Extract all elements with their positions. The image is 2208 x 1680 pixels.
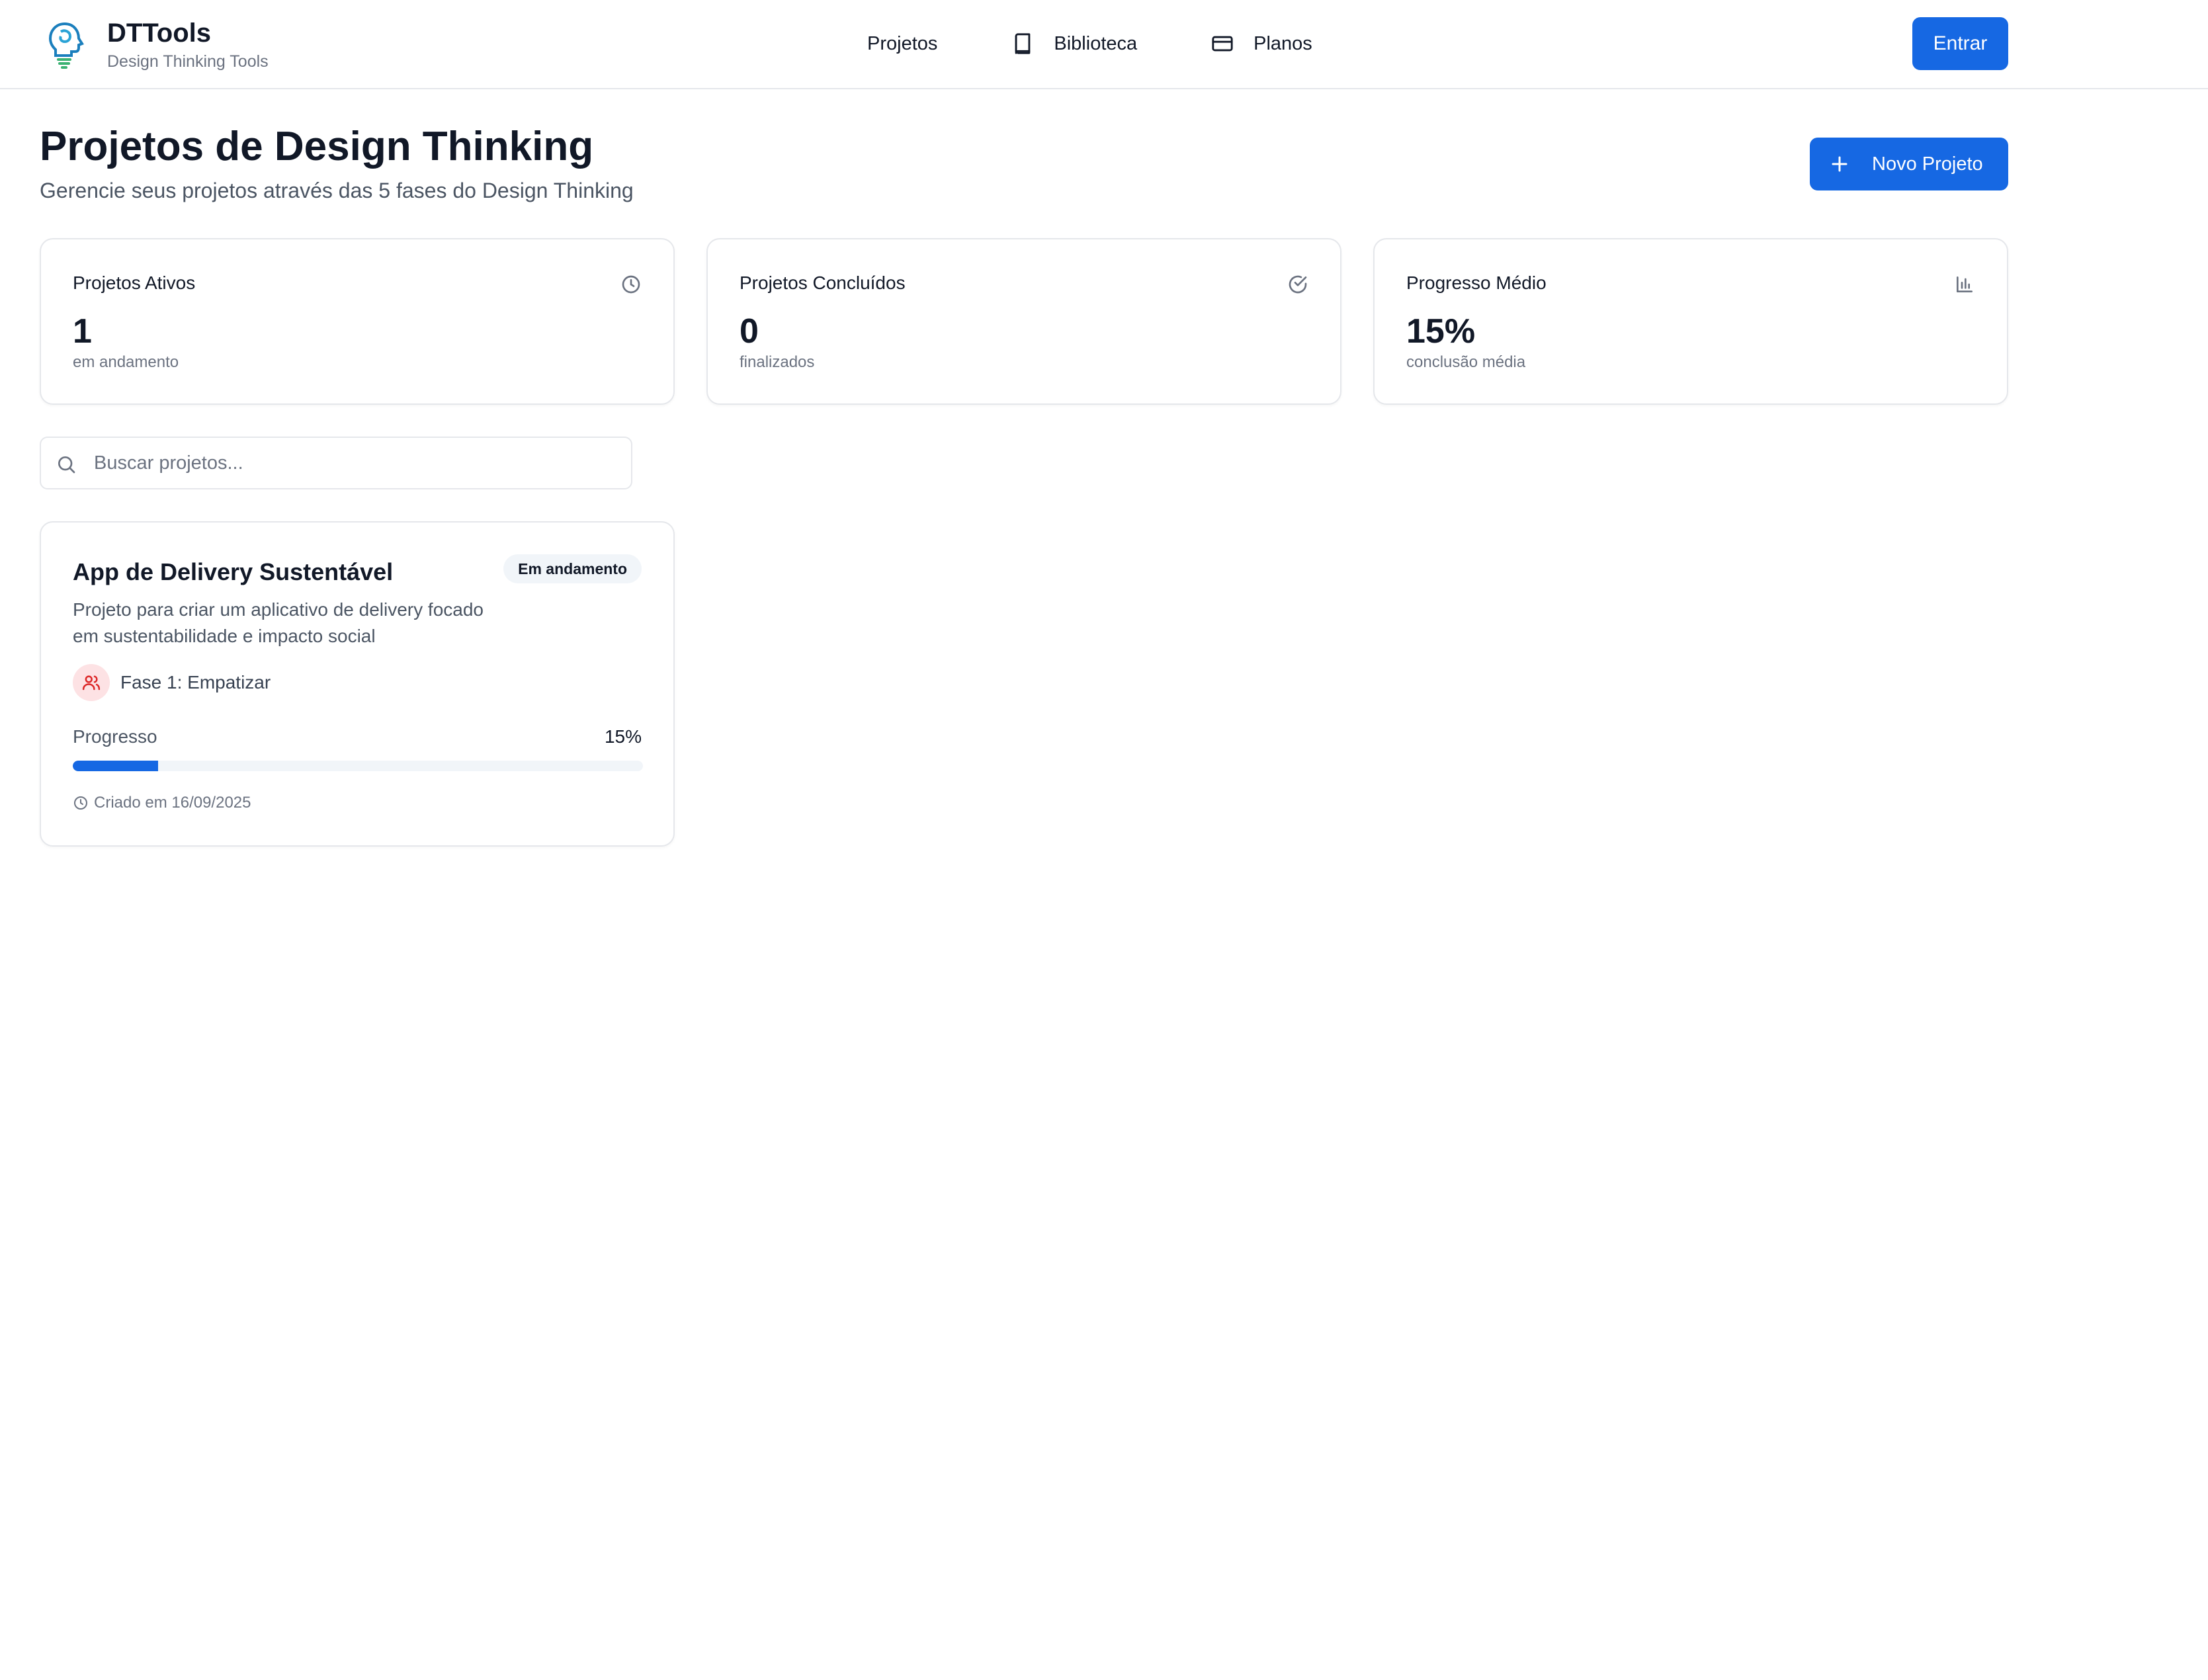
page-title: Projetos de Design Thinking — [40, 124, 594, 169]
login-button[interactable]: Entrar — [1912, 17, 2008, 70]
created-label: Criado em 16/09/2025 — [94, 794, 251, 812]
project-description: Projeto para criar um aplicativo de deli… — [73, 599, 484, 646]
users-icon — [73, 664, 110, 701]
brand-subtitle: Design Thinking Tools — [107, 52, 269, 71]
stat-value: 15% — [1406, 312, 1476, 351]
status-badge: Em andamento — [503, 554, 642, 583]
clock-icon — [73, 795, 89, 811]
credit-card-icon — [1211, 32, 1234, 55]
stat-card-average-progress: Progresso Médio 15% conclusão média — [1373, 238, 2008, 405]
stat-value: 0 — [740, 312, 759, 351]
nav-item-projetos[interactable]: Projetos — [867, 33, 937, 55]
stat-caption: conclusão média — [1406, 353, 1526, 371]
progress-bar — [73, 761, 643, 771]
book-icon — [1011, 32, 1034, 55]
plus-icon — [1830, 154, 1849, 174]
progress-bar-fill — [73, 761, 159, 771]
lightbulb-head-logo-icon — [48, 22, 84, 69]
brand[interactable]: DTTools Design Thinking Tools — [45, 15, 269, 71]
new-project-label: Novo Projeto — [1872, 153, 1983, 175]
clock-icon — [622, 275, 640, 294]
progress-label: Progresso — [73, 726, 157, 747]
nav-item-biblioteca[interactable]: Biblioteca — [1011, 32, 1137, 55]
stat-label: Projetos Concluídos — [740, 273, 906, 293]
nav-item-label: Projetos — [867, 32, 938, 54]
created-date: Criado em 16/09/2025 — [73, 794, 251, 812]
stat-caption: finalizados — [740, 353, 815, 371]
search-icon — [58, 456, 75, 474]
project-title: App de Delivery Sustentável — [73, 558, 394, 585]
progress-value: 15% — [604, 726, 642, 747]
project-card[interactable]: App de Delivery Sustentável Em andamento… — [40, 521, 675, 847]
top-navbar: DTTools Design Thinking Tools Projetos B… — [0, 0, 2208, 89]
stat-caption: em andamento — [73, 353, 179, 371]
search-box — [40, 437, 632, 489]
check-circle-icon — [1289, 275, 1307, 294]
stat-value: 1 — [73, 312, 92, 351]
nav-item-label: Biblioteca — [1054, 32, 1138, 54]
stat-label: Progresso Médio — [1406, 273, 1547, 293]
brand-title: DTTools — [107, 19, 212, 48]
page-subtitle: Gerencie seus projetos através das 5 fas… — [40, 179, 634, 202]
stat-label: Projetos Ativos — [73, 273, 196, 293]
search-input[interactable] — [94, 438, 616, 488]
main-nav: Projetos Biblioteca Planos — [867, 25, 1312, 62]
stat-card-completed-projects: Projetos Concluídos 0 finalizados — [706, 238, 1341, 405]
project-phase: Fase 1: Empatizar — [73, 664, 271, 701]
nav-item-planos[interactable]: Planos — [1211, 32, 1312, 55]
stat-card-active-projects: Projetos Ativos 1 em andamento — [40, 238, 675, 405]
phase-label: Fase 1: Empatizar — [120, 672, 271, 693]
bar-chart-icon — [1957, 276, 1973, 292]
nav-item-label: Planos — [1253, 32, 1312, 54]
new-project-button[interactable]: Novo Projeto — [1810, 138, 2008, 190]
